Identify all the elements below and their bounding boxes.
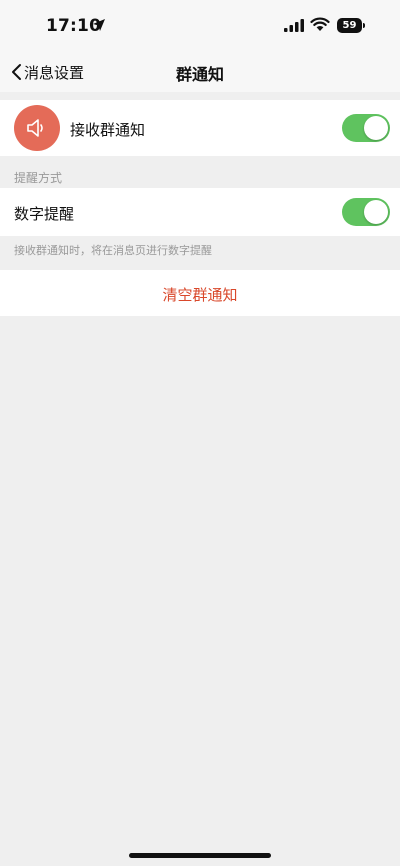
speaker-icon xyxy=(14,105,60,151)
speaker-glyph xyxy=(27,119,43,137)
digit-reminder-label: 数字提醒 xyxy=(14,205,75,223)
toggle-knob xyxy=(364,116,388,140)
cellular-signal-icon xyxy=(284,19,304,32)
toggle-knob xyxy=(364,200,388,224)
digit-reminder-row: 数字提醒 xyxy=(0,188,400,236)
receive-notifications-toggle[interactable] xyxy=(342,114,390,142)
clear-notifications-button[interactable]: 清空群通知 xyxy=(0,270,400,316)
nav-bar: 消息设置 群通知 xyxy=(0,52,400,92)
section-header-reminder-mode: 提醒方式 xyxy=(14,171,63,185)
digit-reminder-hint: 接收群通知时，将在消息页进行数字提醒 xyxy=(14,244,212,257)
receive-notifications-label: 接收群通知 xyxy=(70,121,146,139)
digit-reminder-toggle[interactable] xyxy=(342,198,390,226)
status-bar: 17:10 59 xyxy=(0,0,400,52)
page-title: 群通知 xyxy=(175,65,224,84)
battery-level: 59 xyxy=(342,20,357,31)
receive-notifications-row: 接收群通知 xyxy=(0,100,400,156)
location-arrow-icon xyxy=(93,19,105,31)
battery-icon: 59 xyxy=(337,18,362,33)
wifi-icon xyxy=(310,17,330,31)
battery-tip xyxy=(363,23,365,28)
clear-notifications-label: 清空群通知 xyxy=(162,286,238,304)
home-indicator[interactable] xyxy=(129,853,271,858)
